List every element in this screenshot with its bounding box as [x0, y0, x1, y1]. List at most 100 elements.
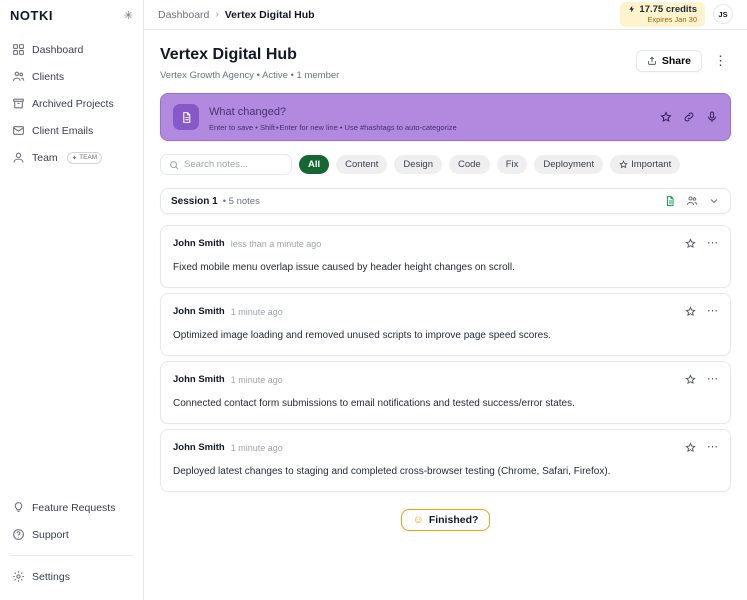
sidebar-item-label: Dashboard — [32, 44, 83, 56]
export-doc-icon[interactable] — [664, 195, 676, 207]
chevron-right-icon: › — [215, 9, 218, 20]
note-timestamp: 1 minute ago — [231, 307, 283, 317]
more-options-icon[interactable]: ⋮ — [710, 53, 731, 69]
breadcrumb-dashboard[interactable]: Dashboard — [158, 9, 209, 21]
note-author: John Smith — [173, 238, 225, 249]
sidebar-item-label: Client Emails — [32, 125, 93, 137]
members-icon[interactable] — [686, 195, 698, 207]
note-card: John Smith 1 minute ago ⋯ Deployed lates… — [160, 429, 731, 492]
note-timestamp: 1 minute ago — [231, 443, 283, 453]
composer-hint: Enter to save • Shift+Enter for new line… — [209, 123, 650, 132]
search-box — [160, 154, 292, 175]
star-icon[interactable] — [685, 442, 696, 453]
note-actions: ⋯ — [685, 238, 718, 249]
filter-pill-design[interactable]: Design — [394, 155, 442, 174]
sidebar-item-feature-requests[interactable]: Feature Requests — [6, 494, 137, 521]
dashboard-icon — [12, 43, 25, 56]
note-actions: ⋯ — [685, 306, 718, 317]
composer-input[interactable] — [209, 106, 650, 118]
team-badge: ✦TEAM — [67, 152, 103, 164]
sidebar-item-label: Archived Projects — [32, 98, 114, 110]
note-text: Fixed mobile menu overlap issue caused b… — [173, 262, 718, 273]
filter-pill-all[interactable]: All — [299, 155, 329, 174]
session-header[interactable]: Session 1 • 5 notes — [160, 188, 731, 214]
star-icon — [619, 160, 628, 169]
sidebar-item-settings[interactable]: Settings — [6, 563, 137, 590]
note-more-icon[interactable]: ⋯ — [707, 442, 718, 453]
filter-pill-code[interactable]: Code — [449, 155, 490, 174]
settings-gear-icon — [12, 570, 25, 583]
link-icon[interactable] — [683, 111, 695, 123]
note-more-icon[interactable]: ⋯ — [707, 238, 718, 249]
app-logo: NOTKI — [10, 8, 53, 23]
note-author: John Smith — [173, 442, 225, 453]
composer-body: Enter to save • Shift+Enter for new line… — [209, 102, 650, 132]
note-timestamp: 1 minute ago — [231, 375, 283, 385]
filter-row: All Content Design Code Fix Deployment I… — [160, 154, 731, 175]
share-icon — [647, 56, 657, 66]
note-timestamp: less than a minute ago — [231, 239, 322, 249]
note-actions: ⋯ — [685, 442, 718, 453]
note-more-icon[interactable]: ⋯ — [707, 306, 718, 317]
session-actions — [664, 195, 720, 207]
clients-icon — [12, 70, 25, 83]
note-card: John Smith 1 minute ago ⋯ Connected cont… — [160, 361, 731, 424]
page-actions: Share ⋮ — [636, 50, 731, 72]
share-button[interactable]: Share — [636, 50, 702, 72]
note-header: John Smith 1 minute ago ⋯ — [173, 306, 718, 317]
filter-pill-deployment[interactable]: Deployment — [534, 155, 603, 174]
filter-pill-important[interactable]: Important — [610, 155, 680, 174]
sidebar-item-archived-projects[interactable]: Archived Projects — [6, 90, 137, 117]
avatar[interactable]: JS — [713, 4, 733, 24]
sidebar-item-client-emails[interactable]: Client Emails — [6, 117, 137, 144]
note-text: Deployed latest changes to staging and c… — [173, 466, 718, 477]
archive-icon — [12, 97, 25, 110]
sparkle-icon: ✦ — [72, 154, 77, 162]
note-actions: ⋯ — [685, 374, 718, 385]
credits-badge[interactable]: 17.75 credits Expires Jan 30 — [620, 2, 705, 27]
bolt-icon — [628, 4, 636, 14]
credits-amount: 17.75 credits — [639, 4, 697, 15]
app-window: NOTKI ✳ Dashboard Clients Archived Pr — [0, 0, 747, 600]
topbar: Dashboard › Vertex Digital Hub 17.75 cre… — [144, 0, 747, 30]
search-input[interactable] — [184, 159, 283, 170]
star-icon[interactable] — [685, 306, 696, 317]
note-composer: Enter to save • Shift+Enter for new line… — [160, 93, 731, 141]
star-icon[interactable] — [685, 238, 696, 249]
filter-pill-content[interactable]: Content — [336, 155, 387, 174]
sidebar-item-dashboard[interactable]: Dashboard — [6, 36, 137, 63]
note-more-icon[interactable]: ⋯ — [707, 374, 718, 385]
feature-requests-icon — [12, 501, 25, 514]
session-title: Session 1 — [171, 196, 218, 207]
mail-icon — [12, 124, 25, 137]
page-header-left: Vertex Digital Hub Vertex Growth Agency … — [160, 46, 339, 81]
sidebar-nav: Dashboard Clients Archived Projects Clie… — [0, 30, 143, 488]
sidebar-item-label: Settings — [32, 571, 70, 583]
sidebar-item-support[interactable]: Support — [6, 521, 137, 548]
note-header: John Smith less than a minute ago ⋯ — [173, 238, 718, 249]
page-header: Vertex Digital Hub Vertex Growth Agency … — [160, 46, 731, 81]
star-icon[interactable] — [660, 111, 672, 123]
page-subtitle: Vertex Growth Agency • Active • 1 member — [160, 70, 339, 81]
microphone-icon[interactable] — [706, 111, 718, 123]
theme-toggle-icon[interactable]: ✳ — [124, 9, 133, 22]
sidebar-footer: Feature Requests Support Settings — [0, 488, 143, 600]
note-text: Connected contact form submissions to em… — [173, 398, 718, 409]
sidebar-item-label: Team — [32, 152, 58, 164]
note-card: John Smith 1 minute ago ⋯ Optimized imag… — [160, 293, 731, 356]
note-author: John Smith — [173, 306, 225, 317]
sidebar-item-team[interactable]: Team ✦TEAM — [6, 144, 137, 171]
smiley-icon: ☺ — [413, 515, 424, 526]
chevron-down-icon[interactable] — [708, 195, 720, 207]
team-icon — [12, 151, 25, 164]
note-doc-icon — [173, 104, 199, 130]
filter-pill-fix[interactable]: Fix — [497, 155, 528, 174]
note-author: John Smith — [173, 374, 225, 385]
star-icon[interactable] — [685, 374, 696, 385]
search-icon — [169, 160, 179, 170]
note-header: John Smith 1 minute ago ⋯ — [173, 442, 718, 453]
finished-button[interactable]: ☺ Finished? — [401, 509, 491, 531]
sidebar-item-clients[interactable]: Clients — [6, 63, 137, 90]
support-icon — [12, 528, 25, 541]
composer-actions — [660, 111, 718, 123]
